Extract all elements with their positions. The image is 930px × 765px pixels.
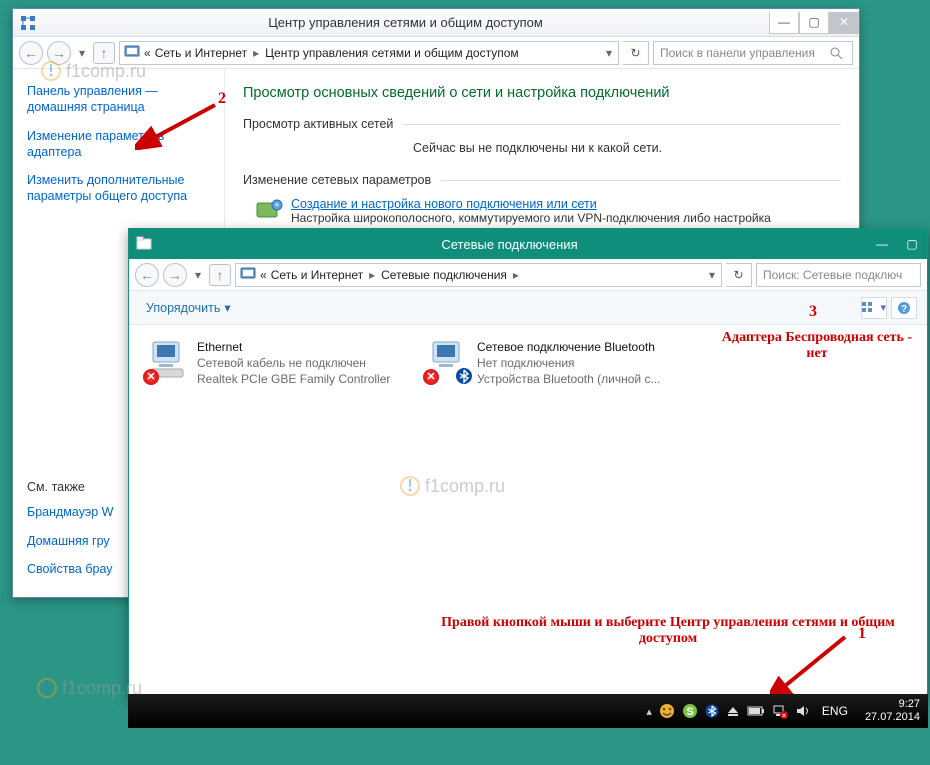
network-icon	[20, 15, 36, 31]
network-connections-window: Сетевые подключения — ▢ ← → ▾ ↑ « Сеть и…	[128, 228, 928, 698]
tray-expand-icon[interactable]: ▴	[646, 705, 652, 718]
breadcrumb-dropdown[interactable]: ▾	[604, 46, 614, 60]
disconnected-badge-icon: ✕	[143, 369, 159, 385]
close-button[interactable]: ✕	[829, 12, 859, 34]
adapter-name: Сетевое подключение Bluetooth	[477, 339, 660, 355]
breadcrumb-prefix: «	[260, 268, 267, 282]
back-button[interactable]: ←	[135, 263, 159, 287]
svg-text:✕: ✕	[781, 713, 787, 719]
breadcrumb-part[interactable]: Сеть и Интернет	[155, 46, 247, 60]
window-title: Центр управления сетями и общим доступом	[42, 15, 769, 30]
tray-battery-icon[interactable]	[747, 705, 765, 717]
tray-network-icon[interactable]: ✕	[772, 703, 788, 719]
breadcrumb-part[interactable]: Сеть и Интернет	[271, 268, 363, 282]
breadcrumb-bar[interactable]: « Сеть и Интернет ▸ Центр управления сет…	[119, 41, 619, 65]
control-panel-icon	[124, 43, 140, 62]
up-button[interactable]: ↑	[209, 264, 231, 286]
search-input[interactable]: Поиск: Сетевые подключ	[756, 263, 921, 287]
search-icon	[829, 46, 843, 60]
adapter-item-bluetooth[interactable]: ✕ Сетевое подключение Bluetooth Нет подк…	[427, 339, 687, 388]
adapter-status: Сетевой кабель не подключен	[197, 355, 390, 371]
watermark: f1comp.ru	[399, 475, 505, 497]
command-bar: Упорядочить▾ ▾ ?	[129, 291, 927, 325]
folder-icon	[136, 235, 152, 254]
titlebar[interactable]: Сетевые подключения — ▢	[129, 229, 927, 259]
window-title: Сетевые подключения	[152, 237, 867, 252]
up-button[interactable]: ↑	[93, 42, 115, 64]
search-placeholder: Поиск: Сетевые подключ	[763, 268, 902, 282]
breadcrumb-separator: ▸	[511, 268, 521, 282]
bluetooth-icon	[455, 367, 473, 385]
svg-text:?: ?	[901, 304, 907, 315]
tray-bluetooth-icon[interactable]	[705, 704, 719, 718]
watermark: f1comp.ru	[36, 677, 142, 699]
minimize-button[interactable]: —	[769, 12, 799, 34]
adapter-status: Нет подключения	[477, 355, 660, 371]
refresh-button[interactable]: ↻	[623, 41, 649, 65]
breadcrumb-part[interactable]: Центр управления сетями и общим доступом	[265, 46, 519, 60]
adapter-device: Устройства Bluetooth (личной с...	[477, 371, 660, 387]
section-active-networks: Просмотр активных сетей	[243, 117, 393, 131]
disconnected-badge-icon: ✕	[423, 369, 439, 385]
annotation-number-1: 1	[858, 625, 866, 643]
window-buttons: — ▢ ✕	[769, 12, 859, 34]
bluetooth-adapter-icon: ✕	[427, 339, 469, 381]
nav-history-dropdown[interactable]: ▾	[191, 263, 205, 287]
new-connection-icon: +	[255, 197, 283, 228]
system-tray: ▴ S ✕ ENG 9:27 27.07.2014	[646, 698, 920, 723]
page-heading: Просмотр основных сведений о сети и наст…	[243, 85, 841, 101]
minimize-button[interactable]: —	[867, 233, 897, 255]
section-change-settings: Изменение сетевых параметров	[243, 173, 431, 187]
adapter-device: Realtek PCIe GBE Family Controller	[197, 371, 390, 387]
back-button[interactable]: ←	[19, 41, 43, 65]
refresh-button[interactable]: ↻	[726, 263, 752, 287]
breadcrumb-part[interactable]: Сетевые подключения	[381, 268, 507, 282]
tray-eject-icon[interactable]	[726, 704, 740, 718]
breadcrumb-separator: ▸	[367, 268, 377, 282]
adapter-item-ethernet[interactable]: ✕ Ethernet Сетевой кабель не подключен R…	[147, 339, 407, 388]
search-input[interactable]: Поиск в панели управления	[653, 41, 853, 65]
tray-date: 27.07.2014	[865, 711, 920, 724]
breadcrumb-prefix: «	[144, 46, 151, 60]
control-panel-icon	[240, 265, 256, 284]
tray-skype-icon[interactable]: S	[682, 703, 698, 719]
titlebar[interactable]: Центр управления сетями и общим доступом…	[13, 9, 859, 37]
taskbar[interactable]: ▴ S ✕ ENG 9:27 27.07.2014	[128, 694, 928, 728]
tray-time: 9:27	[865, 698, 920, 711]
chevron-down-icon: ▾	[224, 300, 230, 315]
new-connection-desc: Настройка широкополосного, коммутируемог…	[291, 211, 771, 225]
view-options-button[interactable]: ▾	[861, 297, 887, 319]
forward-button[interactable]: →	[163, 263, 187, 287]
tray-language[interactable]: ENG	[822, 704, 848, 718]
annotation-arrow-2	[135, 100, 225, 150]
breadcrumb-bar[interactable]: « Сеть и Интернет ▸ Сетевые подключения …	[235, 263, 722, 287]
annotation-no-wireless: Адаптера Беспроводная сеть - нет	[717, 330, 917, 362]
maximize-button[interactable]: ▢	[897, 233, 927, 255]
organize-button[interactable]: Упорядочить▾	[139, 296, 238, 319]
address-bar: ← → ▾ ↑ « Сеть и Интернет ▸ Сетевые подк…	[129, 259, 927, 291]
svg-text:+: +	[274, 200, 279, 210]
breadcrumb-dropdown[interactable]: ▾	[707, 268, 717, 282]
adapter-name: Ethernet	[197, 339, 390, 355]
nav-history-dropdown[interactable]: ▾	[75, 41, 89, 65]
tray-volume-icon[interactable]	[795, 704, 811, 718]
ethernet-icon: ✕	[147, 339, 189, 381]
no-active-networks-text: Сейчас вы не подключены ни к какой сети.	[413, 141, 841, 155]
svg-text:S: S	[686, 706, 693, 718]
breadcrumb-separator: ▸	[251, 46, 261, 60]
annotation-number-3: 3	[809, 303, 817, 321]
help-button[interactable]: ?	[891, 297, 917, 319]
annotation-arrow-1	[770, 632, 850, 702]
address-bar: ← → ▾ ↑ « Сеть и Интернет ▸ Центр управл…	[13, 37, 859, 69]
sidebar-sharing-link[interactable]: Изменить дополнительные параметры общего…	[27, 172, 212, 205]
maximize-button[interactable]: ▢	[799, 12, 829, 34]
search-placeholder: Поиск в панели управления	[660, 46, 815, 60]
forward-button[interactable]: →	[47, 41, 71, 65]
new-connection-link[interactable]: Создание и настройка нового подключения …	[291, 197, 771, 211]
tray-app-icon[interactable]	[659, 703, 675, 719]
tray-clock[interactable]: 9:27 27.07.2014	[865, 698, 920, 723]
